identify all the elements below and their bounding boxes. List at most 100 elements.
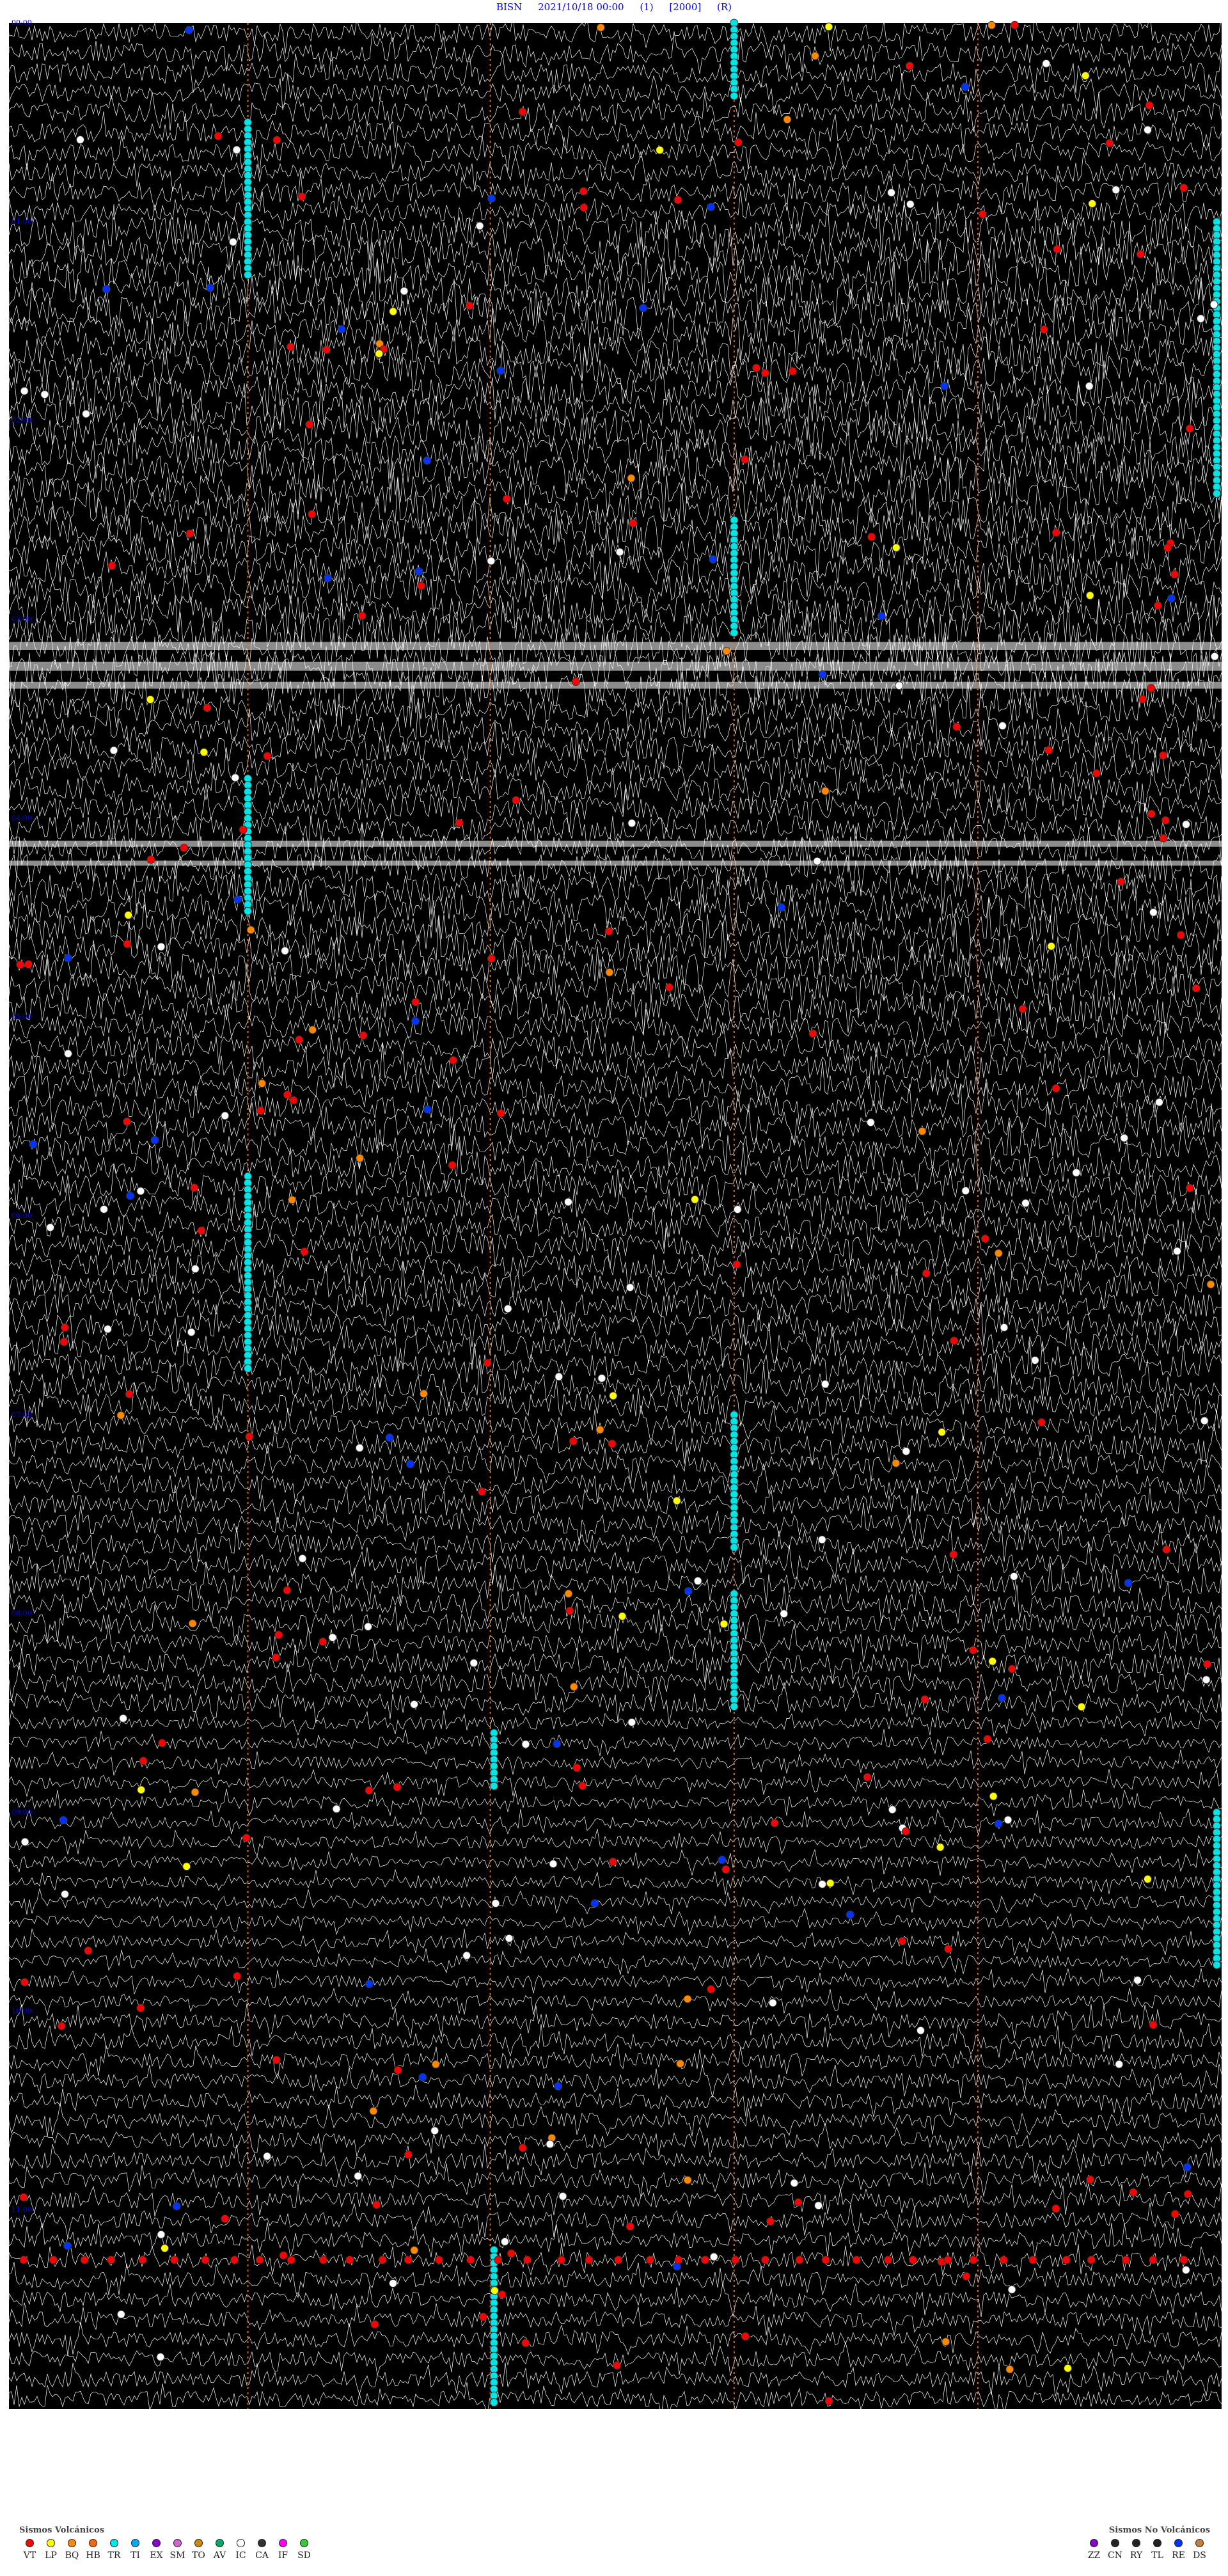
lp-marker bbox=[1064, 2364, 1073, 2373]
vt-marker bbox=[125, 1389, 134, 1398]
bq-marker bbox=[683, 2176, 692, 2185]
vt-marker bbox=[507, 2249, 516, 2258]
bq-marker bbox=[308, 1025, 317, 1034]
bq-marker bbox=[564, 1589, 573, 1598]
vt-marker bbox=[60, 1323, 69, 1332]
bq-marker bbox=[246, 926, 255, 935]
vt-marker bbox=[502, 494, 511, 503]
vt-marker bbox=[245, 1432, 254, 1441]
re-marker bbox=[998, 1693, 1007, 1702]
vt-marker bbox=[1179, 184, 1188, 193]
legend-nonvolcanic-item-tl: TL bbox=[1147, 2539, 1168, 2561]
tremor-marker bbox=[730, 1702, 739, 1711]
bq-marker bbox=[288, 1196, 297, 1205]
ic-marker bbox=[597, 1374, 606, 1383]
vt-marker bbox=[1149, 2256, 1158, 2264]
vt-marker bbox=[1147, 809, 1156, 818]
ic-marker bbox=[505, 1934, 514, 1943]
vt-marker bbox=[571, 677, 580, 686]
vt-marker bbox=[741, 2332, 750, 2341]
helicorder-plot: 00:00 01:00 02:00 03:00 04:00 05:00 06:00 07:00… bbox=[8, 17, 1222, 2416]
vt-marker bbox=[84, 1946, 93, 1955]
vt-marker bbox=[1203, 1660, 1212, 1669]
vt-marker bbox=[448, 1161, 457, 1170]
vt-marker bbox=[579, 203, 588, 212]
legend-nonvolcanic-label-tl: TL bbox=[1151, 2550, 1163, 2561]
bq-marker bbox=[188, 1619, 197, 1628]
vt-marker bbox=[1162, 1545, 1171, 1554]
ic-marker bbox=[555, 1372, 563, 1381]
ic-marker bbox=[231, 773, 240, 782]
vt-marker bbox=[1145, 101, 1154, 110]
legend-nonvolcanic-dot-ds bbox=[1195, 2539, 1204, 2547]
vt-marker bbox=[766, 2217, 775, 2226]
re-marker bbox=[365, 1980, 374, 1989]
vt-marker bbox=[721, 1865, 730, 1874]
vt-marker bbox=[821, 2256, 830, 2264]
legend-volcanic-label-ex: EX bbox=[150, 2550, 163, 2561]
vt-marker bbox=[190, 1183, 199, 1192]
bq-marker bbox=[918, 1126, 927, 1135]
component-code: (R) bbox=[717, 1, 732, 13]
vt-marker bbox=[287, 2256, 295, 2264]
ic-marker bbox=[1007, 2285, 1016, 2294]
legend-volcanic-label-vt: VT bbox=[23, 2550, 36, 2561]
vt-marker bbox=[1149, 2020, 1158, 2029]
vt-marker bbox=[483, 1359, 492, 1368]
ic-marker bbox=[961, 1187, 970, 1196]
vt-marker bbox=[494, 2256, 503, 2264]
ic-marker bbox=[895, 681, 904, 690]
legend-nonvolcanic-dot-cn bbox=[1111, 2539, 1119, 2547]
vt-marker bbox=[629, 519, 638, 528]
vt-marker bbox=[701, 2256, 710, 2264]
ic-marker bbox=[1196, 314, 1205, 323]
saturation-band bbox=[9, 661, 1222, 671]
ic-marker bbox=[332, 1805, 341, 1813]
vt-marker bbox=[107, 561, 116, 570]
ic-marker bbox=[40, 390, 49, 399]
ic-marker bbox=[627, 819, 636, 828]
vt-marker bbox=[920, 1695, 929, 1704]
re-marker bbox=[233, 895, 242, 904]
vt-marker bbox=[308, 510, 317, 519]
vt-marker bbox=[922, 1269, 931, 1278]
vt-marker bbox=[271, 1653, 280, 1662]
legend-nonvolcanic-label-ry: RY bbox=[1130, 2550, 1143, 2561]
time-label: 10:00 bbox=[12, 2007, 32, 2015]
re-marker bbox=[126, 1191, 135, 1200]
lp-marker bbox=[182, 1862, 191, 1871]
ic-marker bbox=[400, 287, 409, 296]
ic-marker bbox=[1009, 1572, 1018, 1581]
ic-marker bbox=[1085, 382, 1094, 391]
vt-marker bbox=[24, 960, 33, 969]
bq-marker bbox=[595, 1425, 604, 1434]
vt-marker bbox=[732, 1260, 741, 1269]
lp-marker bbox=[720, 1620, 728, 1629]
re-marker bbox=[185, 26, 194, 35]
legend-volcanic-label-hb: HB bbox=[86, 2550, 100, 2561]
ic-marker bbox=[790, 2179, 799, 2188]
ic-marker bbox=[355, 1444, 364, 1453]
ic-marker bbox=[46, 1223, 55, 1232]
vt-marker bbox=[1011, 20, 1019, 29]
vt-marker bbox=[1051, 528, 1060, 537]
vt-marker bbox=[944, 1945, 953, 1954]
vt-marker bbox=[274, 1631, 283, 1640]
ic-marker bbox=[558, 2192, 567, 2201]
ic-marker bbox=[902, 1447, 911, 1456]
re-marker bbox=[423, 1105, 432, 1114]
vt-marker bbox=[138, 2256, 147, 2264]
ic-marker bbox=[821, 1380, 830, 1389]
bq-marker bbox=[676, 2059, 685, 2068]
legend-volcanic-dot-ti bbox=[131, 2539, 139, 2547]
vt-marker bbox=[279, 2251, 288, 2260]
bq-marker bbox=[1005, 2365, 1014, 2374]
re-marker bbox=[423, 456, 432, 465]
vt-marker bbox=[578, 1782, 587, 1790]
vt-marker bbox=[319, 2256, 328, 2264]
re-marker bbox=[718, 1856, 727, 1865]
vt-marker bbox=[604, 927, 613, 936]
vt-marker bbox=[449, 1056, 458, 1065]
vt-marker bbox=[572, 1764, 581, 1773]
legend-volcanic-dot-ic bbox=[237, 2539, 245, 2547]
